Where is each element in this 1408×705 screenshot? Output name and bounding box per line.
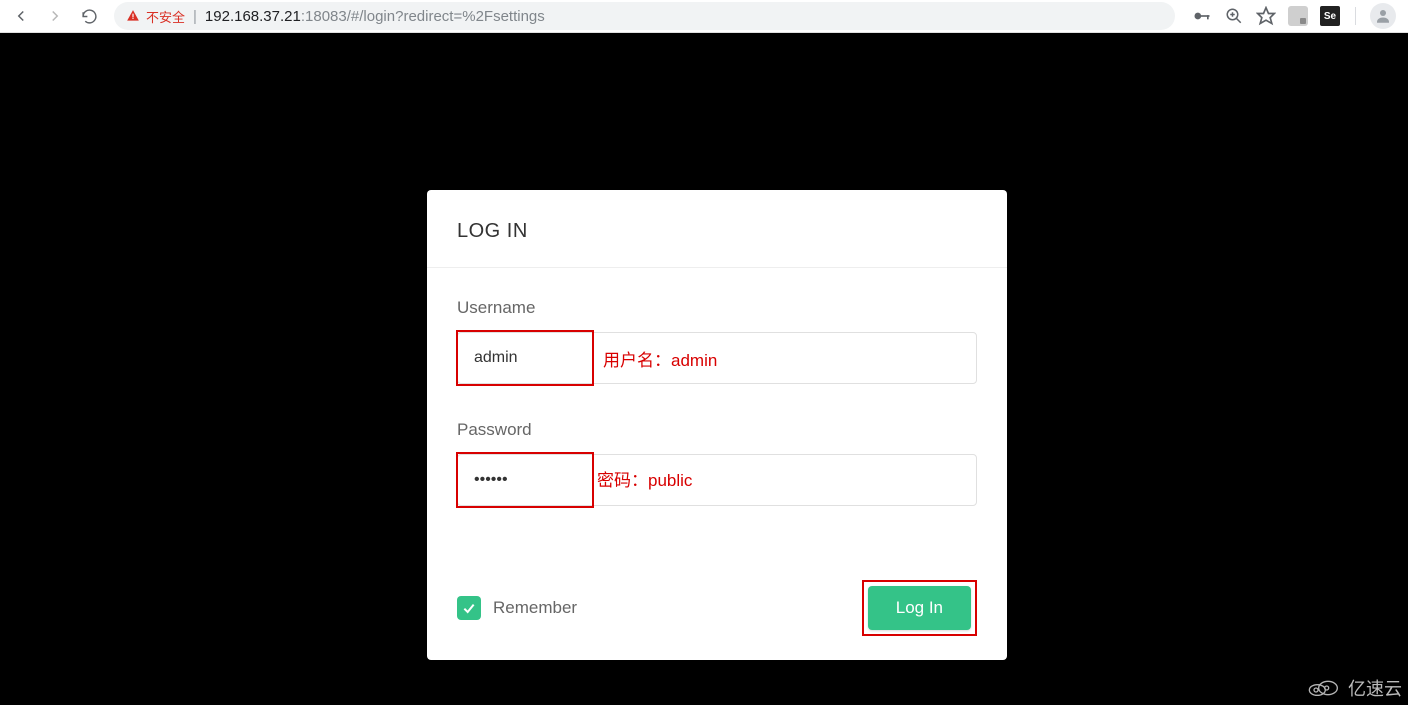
profile-avatar-button[interactable] <box>1370 3 1396 29</box>
toolbar-separator <box>1355 7 1356 25</box>
remember-checkbox[interactable] <box>457 596 481 620</box>
browser-toolbar: 不安全 | 192.168.37.21:18083/#/login?redire… <box>0 0 1408 33</box>
remember-label: Remember <box>493 598 577 618</box>
url-text: 192.168.37.21:18083/#/login?redirect=%2F… <box>205 8 545 25</box>
bookmark-star-icon[interactable] <box>1255 5 1277 27</box>
extension-grey-icon[interactable] <box>1287 5 1309 27</box>
security-warning-icon: 不安全 <box>126 7 185 26</box>
forward-button[interactable] <box>40 1 70 31</box>
login-footer-row: Remember Log In <box>457 580 977 636</box>
address-bar[interactable]: 不安全 | 192.168.37.21:18083/#/login?redire… <box>114 2 1175 30</box>
reload-button[interactable] <box>74 1 104 31</box>
toolbar-right-icons: Se <box>1185 3 1402 29</box>
back-button[interactable] <box>6 1 36 31</box>
divider <box>427 267 1007 268</box>
password-key-icon[interactable] <box>1191 5 1213 27</box>
login-title: LOG IN <box>457 220 977 267</box>
login-submit-button[interactable]: Log In <box>868 586 971 630</box>
watermark: 亿速云 <box>1304 675 1402 701</box>
password-label: Password <box>457 420 977 440</box>
security-warning-text: 不安全 <box>146 7 185 26</box>
username-input[interactable] <box>457 332 977 384</box>
separator: | <box>193 8 197 25</box>
remember-wrap[interactable]: Remember <box>457 596 577 620</box>
zoom-icon[interactable] <box>1223 5 1245 27</box>
username-label: Username <box>457 298 977 318</box>
login-button-wrap: Log In <box>862 580 977 636</box>
page-body: LOG IN Username 用户名：admin Password 密码：pu… <box>0 33 1408 705</box>
login-card: LOG IN Username 用户名：admin Password 密码：pu… <box>427 190 1007 660</box>
password-input[interactable] <box>457 454 977 506</box>
username-block: 用户名：admin <box>457 332 977 384</box>
selenium-extension-icon[interactable]: Se <box>1319 5 1341 27</box>
password-block: 密码：public <box>457 454 977 506</box>
